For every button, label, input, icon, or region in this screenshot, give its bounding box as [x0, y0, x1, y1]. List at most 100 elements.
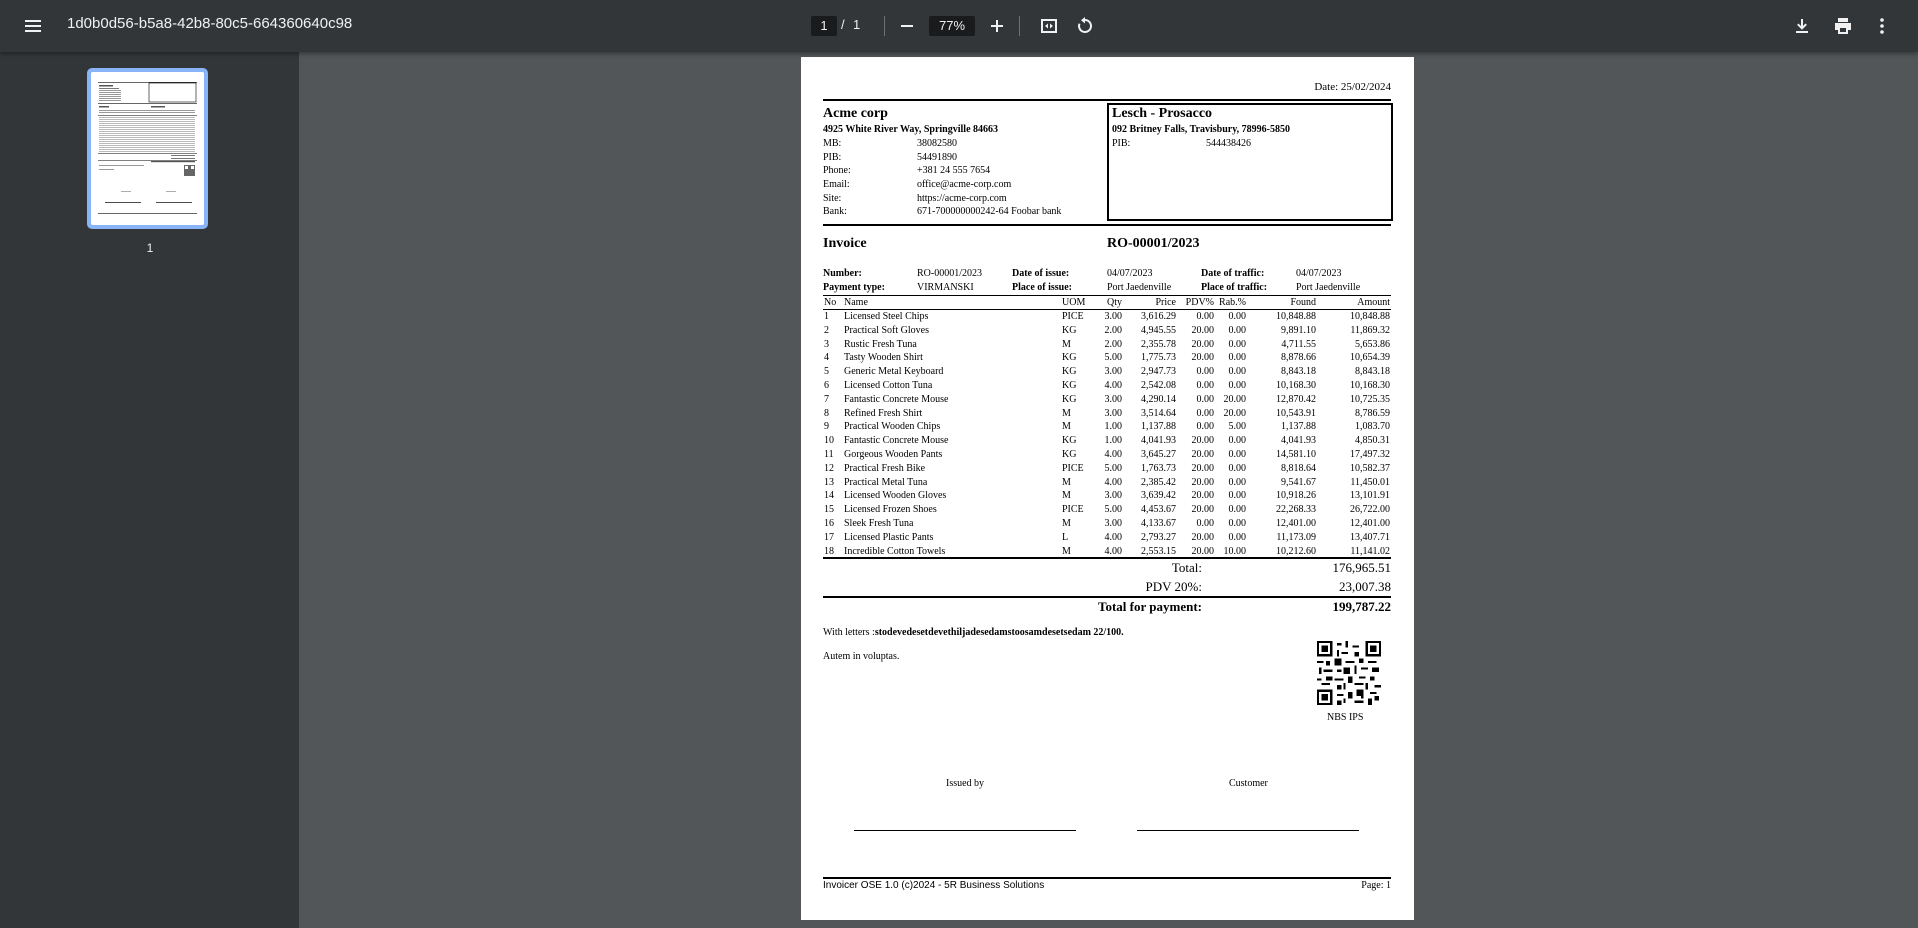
- col-no-cell: 3: [824, 338, 829, 350]
- col-price-cell: 4,945.55: [1141, 324, 1176, 336]
- number-label: Number:: [823, 268, 862, 279]
- print-icon[interactable]: [1827, 10, 1859, 42]
- with-letters-value: stodevedesetdevethiljadesedamstoosamdese…: [874, 627, 1124, 638]
- col-found-cell: 8,818.64: [1281, 462, 1316, 474]
- seller-pib-value: 54491890: [917, 152, 957, 163]
- rotate-icon[interactable]: [1069, 10, 1101, 42]
- seller-name: Acme corp: [823, 106, 888, 121]
- zoom-input[interactable]: 77%: [929, 16, 975, 36]
- col-amount-cell: 10,582.37: [1350, 462, 1390, 474]
- page-thumbnail[interactable]: [87, 68, 208, 229]
- col-qty-cell: 5.00: [1104, 504, 1123, 516]
- col-rab-cell: 0.00: [1228, 531, 1247, 543]
- toolbar-divider: [1019, 16, 1020, 36]
- seller-mb-value: 38082580: [917, 138, 957, 149]
- invoice-date: Date: 25/02/2024: [1314, 81, 1391, 93]
- date-traffic-label: Date of traffic:: [1201, 268, 1265, 279]
- col-amount-cell: 10,848.88: [1350, 311, 1390, 322]
- col-no-header: No: [823, 297, 843, 310]
- col-qty-cell: 3.00: [1104, 407, 1123, 419]
- pdv-value: 23,007.38: [1339, 579, 1391, 594]
- place-issue-label: Place of issue:: [1012, 282, 1072, 293]
- items-table: No Name UOM Qty Price PDV% Rab.% Found Amount 1 L…: [823, 297, 1391, 558]
- col-pdv-cell: 20.00: [1191, 476, 1215, 488]
- date-issue-value: 04/07/2023: [1107, 268, 1153, 279]
- table-row: 2 Practical Soft Gloves KG 2.00 4,945.55 20.0…: [823, 324, 1391, 338]
- header-rule: [823, 99, 1391, 101]
- page-number-input[interactable]: 1: [811, 16, 837, 36]
- zoom-in-icon[interactable]: [981, 10, 1013, 42]
- col-amount-cell: 11,869.32: [1350, 324, 1390, 336]
- customer-signature-line: [1137, 830, 1359, 831]
- col-found-cell: 8,843.18: [1281, 366, 1316, 378]
- col-price-cell: 3,645.27: [1141, 448, 1176, 460]
- col-amount-cell: 8,786.59: [1355, 407, 1390, 419]
- fit-page-icon[interactable]: [1033, 10, 1065, 42]
- col-found-cell: 22,268.33: [1276, 504, 1316, 516]
- col-name-cell: Practical Fresh Bike: [844, 462, 926, 474]
- col-found-cell: 11,173.09: [1276, 531, 1316, 543]
- buyer-address: 092 Britney Falls, Travisbury, 78996-585…: [1112, 124, 1290, 135]
- col-name-cell: Licensed Frozen Shoes: [844, 504, 937, 516]
- col-found-cell: 10,543.91: [1276, 407, 1316, 419]
- issued-by-label: Issued by: [946, 778, 985, 789]
- seller-bank-label: Bank:: [823, 206, 847, 217]
- table-row: 6 Licensed Cotton Tuna KG 4.00 2,542.08 0.00 0…: [823, 379, 1391, 393]
- col-uom-header: UOM: [1061, 297, 1095, 310]
- col-found-cell: 10,918.26: [1276, 490, 1316, 502]
- col-amount-cell: 10,168.30: [1350, 379, 1390, 391]
- col-qty-cell: 3.00: [1104, 490, 1123, 502]
- payment-type-label: Payment type:: [823, 282, 885, 293]
- col-pdv-cell: 20.00: [1191, 338, 1215, 350]
- col-no-cell: 2: [824, 324, 829, 336]
- buyer-pib-value: 544438426: [1206, 138, 1251, 149]
- col-rab-cell: 0.00: [1228, 448, 1247, 460]
- col-qty-cell: 4.00: [1104, 448, 1123, 460]
- table-header-row: No Name UOM Qty Price PDV% Rab.% Found Amount: [823, 297, 1391, 310]
- col-qty-cell: 1.00: [1104, 435, 1123, 447]
- col-rab-cell: 0.00: [1228, 517, 1247, 529]
- col-name-header: Name: [843, 297, 1061, 310]
- col-name-cell: Licensed Wooden Gloves: [844, 490, 947, 502]
- col-uom-cell: PICE: [1062, 504, 1084, 516]
- menu-icon[interactable]: [17, 10, 49, 42]
- col-uom-cell: M: [1062, 338, 1071, 350]
- col-found-cell: 9,891.10: [1281, 324, 1316, 336]
- col-amount-cell: 13,407.71: [1350, 531, 1390, 543]
- col-price-cell: 4,290.14: [1141, 393, 1176, 405]
- col-amount-header: Amount: [1317, 297, 1391, 310]
- col-rab-header: Rab.%: [1215, 297, 1247, 310]
- col-uom-cell: M: [1062, 421, 1071, 433]
- col-rab-cell: 0.00: [1228, 352, 1247, 364]
- col-qty-cell: 3.00: [1104, 393, 1123, 405]
- col-found-cell: 14,581.10: [1276, 448, 1316, 460]
- col-amount-cell: 10,725.35: [1350, 393, 1390, 405]
- invoice-title: Invoice: [823, 236, 867, 251]
- col-name-cell: Licensed Cotton Tuna: [844, 379, 933, 391]
- seller-bank-value: 671-700000000242-64 Foobar bank: [917, 206, 1062, 217]
- zoom-out-icon[interactable]: [891, 10, 923, 42]
- col-pdv-cell: 0.00: [1196, 379, 1215, 391]
- buyer-name: Lesch - Prosacco: [1112, 106, 1213, 121]
- col-found-cell: 10,848.88: [1276, 311, 1316, 322]
- col-no-cell: 12: [824, 462, 834, 474]
- col-pdv-cell: 20.00: [1191, 462, 1215, 474]
- col-no-cell: 14: [824, 490, 834, 502]
- col-qty-cell: 3.00: [1104, 311, 1123, 322]
- col-name-cell: Practical Soft Gloves: [844, 324, 929, 336]
- col-amount-cell: 4,850.31: [1355, 435, 1390, 447]
- col-found-cell: 9,541.67: [1281, 476, 1316, 488]
- document-title: 1d0b0d56-b5a8-42b8-80c5-664360640c98: [67, 15, 353, 32]
- download-icon[interactable]: [1786, 10, 1818, 42]
- col-qty-cell: 4.00: [1104, 379, 1123, 391]
- table-row: 11 Gorgeous Wooden Pants KG 4.00 3,645.27 20.…: [823, 448, 1391, 462]
- total-pages: 1: [853, 17, 861, 32]
- date-issue-label: Date of issue:: [1012, 268, 1070, 279]
- table-row: 12 Practical Fresh Bike PICE 5.00 1,763.73 20…: [823, 462, 1391, 476]
- col-qty-cell: 1.00: [1104, 421, 1123, 433]
- table-row: 16 Sleek Fresh Tuna M 3.00 4,133.67 0.00 0.00 1…: [823, 517, 1391, 531]
- more-options-icon[interactable]: [1866, 10, 1898, 42]
- col-rab-cell: 0.00: [1228, 379, 1247, 391]
- col-pdv-cell: 0.00: [1196, 517, 1215, 529]
- col-no-cell: 6: [824, 379, 829, 391]
